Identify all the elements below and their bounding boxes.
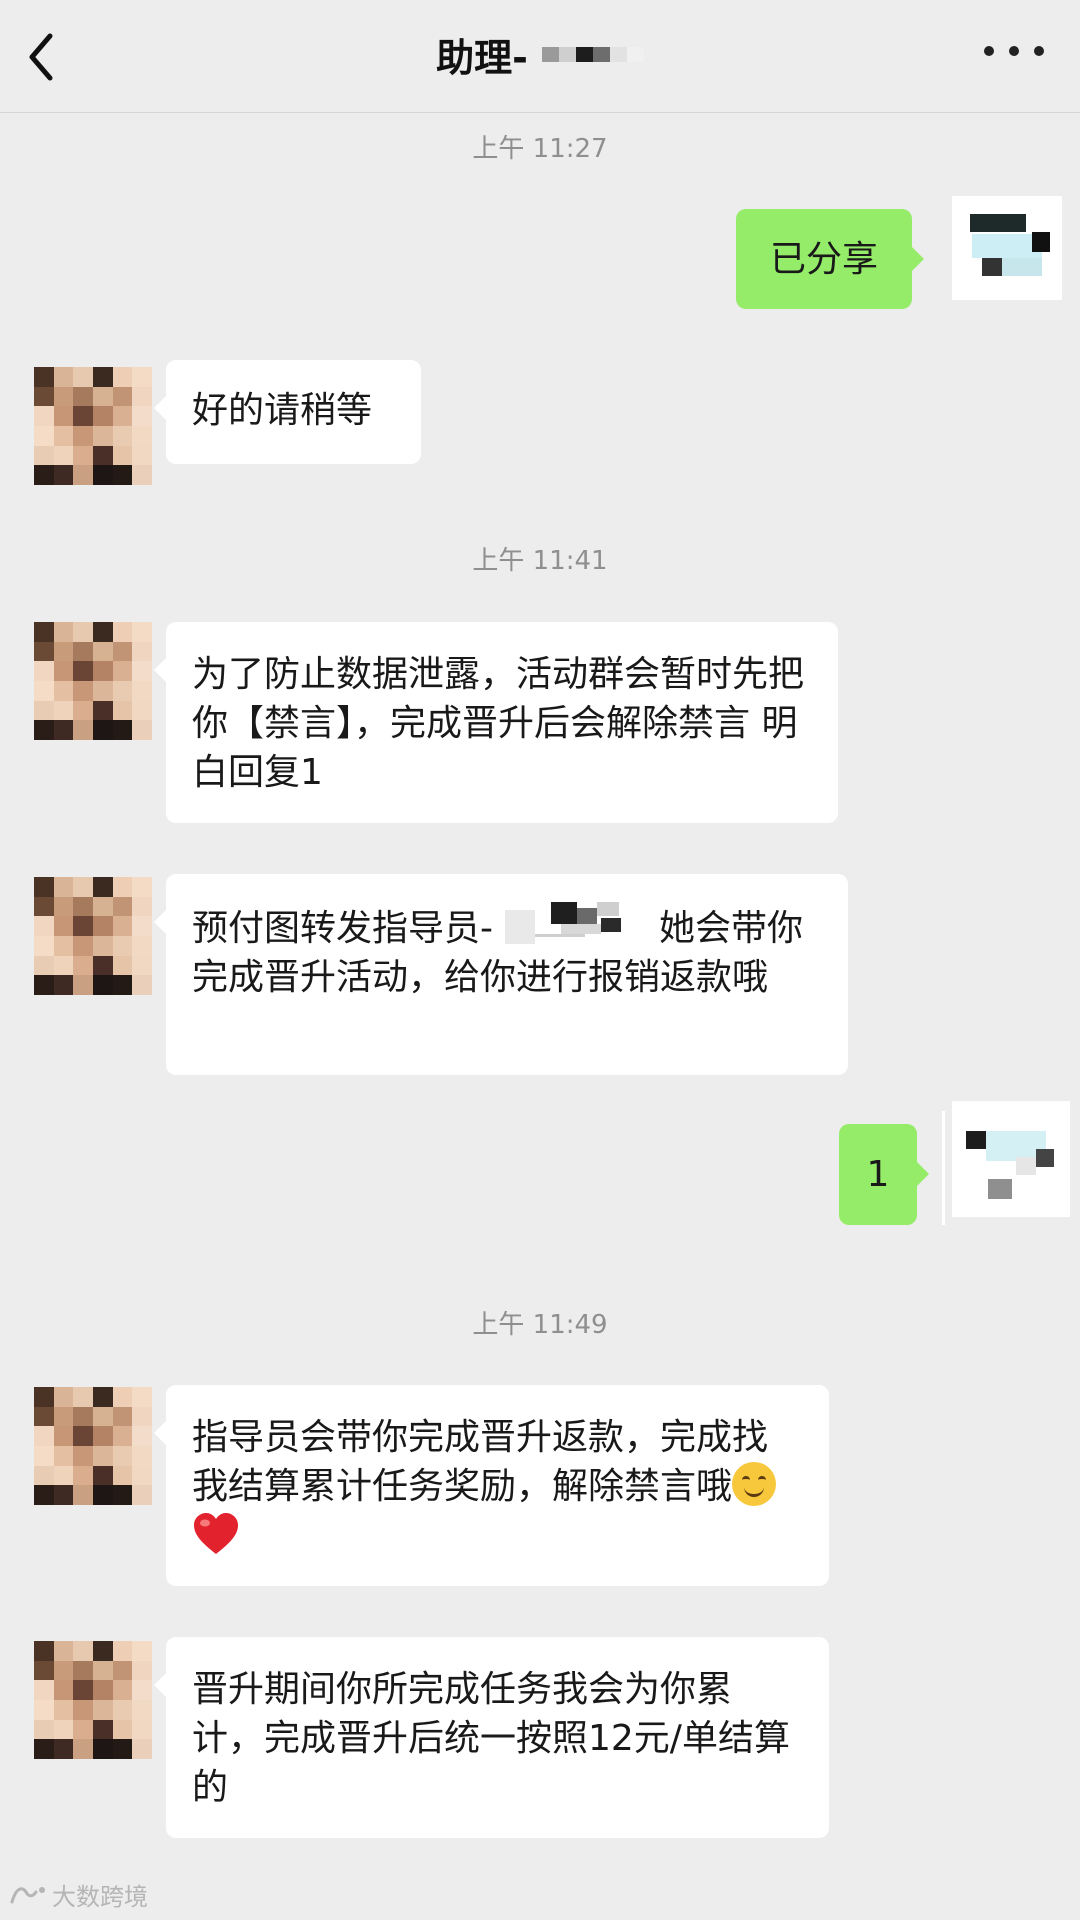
smile-emoji-icon [732,1462,777,1506]
more-dots-icon [984,46,994,56]
message-text: 1 [866,1154,890,1195]
watermark-text: 大数跨境 [52,1883,148,1911]
watermark-logo-icon [10,1886,45,1903]
contact-avatar[interactable] [34,622,152,740]
chat-header: 助理- [0,0,1080,113]
message-outgoing[interactable]: 已分享 [736,209,924,309]
timestamp: 上午 11:49 [472,1310,608,1340]
chat-title: 助理- [436,35,528,80]
contact-avatar[interactable] [34,877,152,995]
message-incoming[interactable]: 指导员会带你完成晋升返款，完成找我结算累计任务奖励，解除禁言哦 [154,1385,829,1586]
redacted-name [501,902,651,946]
message-incoming[interactable]: 为了防止数据泄露，活动群会暂时先把你【禁言】，完成晋升后会解除禁言 明白回复1 [154,622,838,823]
message-incoming[interactable]: 预付图转发指导员- 她会带你完成晋升活动，给你进行报销返款哦 [154,874,848,1075]
self-avatar[interactable] [942,1101,1070,1225]
redacted-name [541,39,644,69]
self-avatar[interactable] [952,196,1062,300]
contact-avatar[interactable] [34,1387,152,1505]
contact-avatar[interactable] [34,367,152,485]
message-outgoing[interactable]: 1 [839,1124,929,1225]
heart-emoji-icon [194,1513,238,1554]
message-text: 已分享 [769,238,878,280]
contact-avatar[interactable] [34,1641,152,1759]
message-text: 预付图转发指导员- [192,908,493,949]
message-incoming[interactable]: 晋升期间你所完成任务我会为你累计，完成晋升后统一按照12元/单结算的 [154,1637,829,1838]
message-text: 为了防止数据泄露，活动群会暂时先把你【禁言】，完成晋升后会解除禁言 明白回复1 [192,654,805,793]
message-text: 指导员会带你完成晋升返款，完成找我结算累计任务奖励，解除禁言哦 [192,1417,769,1507]
more-button[interactable] [984,36,1044,66]
message-text: 好的请稍等 [192,390,373,431]
message-text: 晋升期间你所完成任务我会为你累计，完成晋升后统一按照12元/单结算的 [192,1669,790,1808]
timestamp: 上午 11:27 [472,134,608,164]
timestamp: 上午 11:41 [472,546,608,576]
watermark: 大数跨境 [8,1877,148,1912]
message-incoming[interactable]: 好的请稍等 [154,360,421,464]
